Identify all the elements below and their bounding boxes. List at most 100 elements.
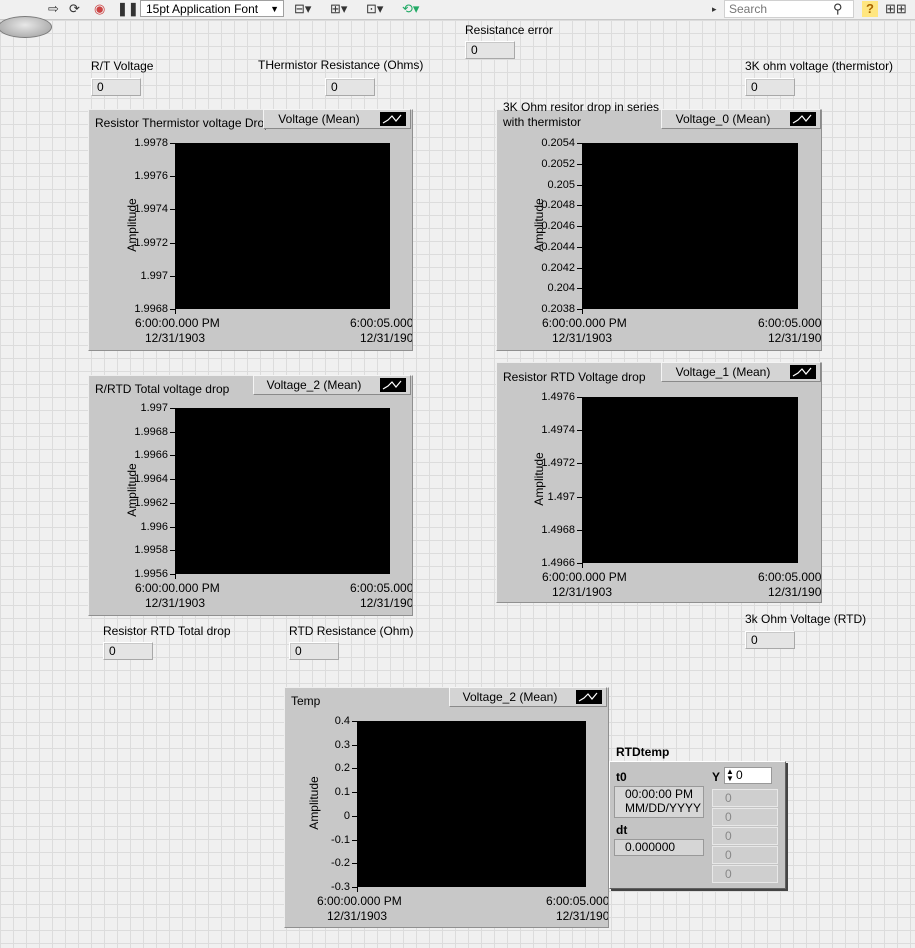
resistance-error-label: Resistance error — [465, 23, 554, 37]
chevron-right-icon[interactable]: ▸ — [712, 1, 717, 17]
y-tick-mark — [352, 839, 357, 841]
y-tick-label: 1.997 — [140, 269, 168, 282]
legend-label: Voltage_2 (Mean) — [266, 378, 362, 392]
y-tick-mark — [577, 496, 582, 498]
x-tick-label-start: 6:00:00.000 PM 12/31/1903 — [135, 316, 220, 345]
t0-time: 00:00:00 PM — [625, 787, 694, 801]
plot-legend[interactable]: Voltage_0 (Mean) — [661, 109, 821, 129]
font-select[interactable]: 15pt Application Font ▼ — [140, 0, 284, 17]
x-tick-label-end: 6:00:05.000 PM12/31/1903 — [758, 570, 821, 599]
y-tick-mark — [170, 550, 175, 552]
reorder-icon[interactable]: ⟲▾ — [402, 1, 419, 17]
plot-area[interactable] — [175, 143, 390, 309]
y-tick-label: 0.2052 — [541, 157, 575, 170]
chart-title: Resistor RTD Voltage drop — [503, 370, 646, 384]
distribute-objects-icon[interactable]: ⊞▾ — [330, 1, 347, 17]
y-tick-mark — [352, 792, 357, 794]
y-tick-mark — [170, 408, 175, 409]
rtdtemp-waveform: t0 00:00:00 PM MM/DD/YYYY dt 0.000000 Y … — [609, 761, 786, 889]
plot-area[interactable] — [357, 721, 586, 887]
align-objects-icon[interactable]: ⊟▾ — [294, 1, 311, 17]
3k-voltage-rtd-indicator: 0 — [745, 631, 795, 649]
plot-legend[interactable]: Voltage (Mean) — [263, 109, 411, 129]
x-tick-label-start: 6:00:00.000 PM 12/31/1903 — [542, 316, 627, 345]
chevron-down-icon: ▼ — [270, 4, 279, 14]
y-tick-mark — [352, 815, 357, 817]
y-array-element: 0 — [712, 865, 778, 883]
legend-label: Voltage_2 (Mean) — [462, 690, 558, 704]
resistance-error-indicator: 0 — [465, 41, 515, 59]
pause-icon[interactable]: ❚❚ — [117, 1, 139, 17]
x-tick-label-start: 6:00:00.000 PM 12/31/1903 — [542, 570, 627, 599]
y-index-value[interactable]: 0 — [736, 768, 743, 783]
plot-legend[interactable]: Voltage_1 (Mean) — [661, 362, 821, 382]
resistor-rtd-total-label: Resistor RTD Total drop — [103, 624, 231, 638]
y-tick-mark — [577, 246, 582, 248]
t0-date: MM/DD/YYYY — [625, 801, 702, 815]
run-continuously-icon[interactable]: ⟳ — [69, 1, 80, 17]
y-tick-mark — [170, 143, 175, 144]
y-tick-label: 1.997 — [140, 402, 168, 414]
y-tick-label: 1.4976 — [541, 391, 575, 403]
x-tick-label-end: 6:00:05.000 PM12/31/1903 — [350, 581, 412, 610]
plot-area[interactable] — [582, 143, 798, 309]
y-tick-mark — [577, 288, 582, 290]
y-tick-mark — [170, 502, 175, 504]
3k-voltage-thermistor-label: 3K ohm voltage (thermistor) — [745, 59, 894, 73]
x-tick-mark — [175, 574, 176, 579]
stop-button[interactable] — [0, 16, 52, 38]
y-array-element: 0 — [712, 846, 778, 864]
x-tick-label-start: 6:00:00.000 PM 12/31/1903 — [317, 894, 402, 923]
y-tick-mark — [170, 209, 175, 211]
plot-area[interactable] — [175, 408, 390, 574]
y-tick-mark — [352, 768, 357, 770]
y-axis-label: Amplitude — [125, 463, 139, 517]
rtdtemp-label: RTDtemp — [616, 745, 670, 759]
plot-area[interactable] — [582, 397, 798, 563]
y-tick-label: 0.3 — [334, 738, 350, 751]
y-tick-label: 1.4968 — [541, 523, 575, 536]
legend-label: Voltage_0 (Mean) — [675, 112, 771, 126]
resize-objects-icon[interactable]: ⊡▾ — [366, 1, 383, 17]
x-tick-label-end: 6:00:05.000 PM12/31/1903 — [758, 316, 821, 345]
y-tick-mark — [577, 163, 582, 165]
3k-voltage-rtd-label: 3k Ohm Voltage (RTD) — [745, 612, 867, 626]
y-tick-label: -0.3 — [331, 881, 350, 893]
search-icon[interactable]: ⚲ — [833, 1, 843, 17]
y-tick-label: 0.2038 — [541, 303, 575, 315]
y-tick-label: 1.9976 — [134, 170, 168, 183]
increment-decrement-icon[interactable]: ▲ ▼ — [726, 768, 734, 783]
y-tick-label: 1.9956 — [134, 568, 168, 580]
abort-icon[interactable]: ◉ — [94, 1, 105, 17]
x-tick-label-end: 6:00:05.000 PM12/31/1903 — [350, 316, 412, 345]
dt-value: 0.000000 — [614, 839, 704, 856]
y-tick-label: 1.4966 — [541, 557, 575, 569]
y-axis-label: Amplitude — [532, 452, 546, 506]
y-tick-mark — [170, 479, 175, 481]
rt-voltage-indicator: 0 — [91, 78, 141, 96]
y-array-element: 0 — [712, 827, 778, 845]
y-tick-label: 0.2054 — [541, 137, 575, 149]
x-tick-mark — [582, 563, 583, 568]
rtd-resistance-label: RTD Resistance (Ohm) — [289, 624, 414, 638]
y-tick-label: 0.2042 — [541, 261, 575, 274]
y-tick-mark — [577, 463, 582, 465]
connector-pane-icon[interactable]: ⊞⊞ — [885, 1, 907, 17]
plot-legend[interactable]: Voltage_2 (Mean) — [449, 687, 607, 707]
y-tick-label: 1.9968 — [134, 303, 168, 315]
y-tick-label: 1.9958 — [134, 544, 168, 557]
y-tick-mark — [352, 744, 357, 746]
y-tick-label: -0.2 — [331, 857, 350, 870]
x-tick-label-start: 6:00:00.000 PM 12/31/1903 — [135, 581, 220, 610]
run-arrow-icon[interactable]: ⇨ — [48, 1, 59, 17]
plot-line-icon — [790, 365, 816, 379]
t0-label: t0 — [616, 770, 627, 784]
y-tick-mark — [170, 526, 175, 528]
thermistor-resistance-label: THermistor Resistance (Ohms) — [258, 58, 424, 72]
help-icon[interactable]: ? — [862, 1, 878, 17]
resistor-rtd-total-indicator: 0 — [103, 642, 153, 660]
plot-legend[interactable]: Voltage_2 (Mean) — [253, 375, 411, 395]
y-axis-label: Amplitude — [125, 198, 139, 252]
y-tick-mark — [577, 267, 582, 269]
y-index-control[interactable]: ▲ ▼ 0 — [724, 767, 772, 784]
